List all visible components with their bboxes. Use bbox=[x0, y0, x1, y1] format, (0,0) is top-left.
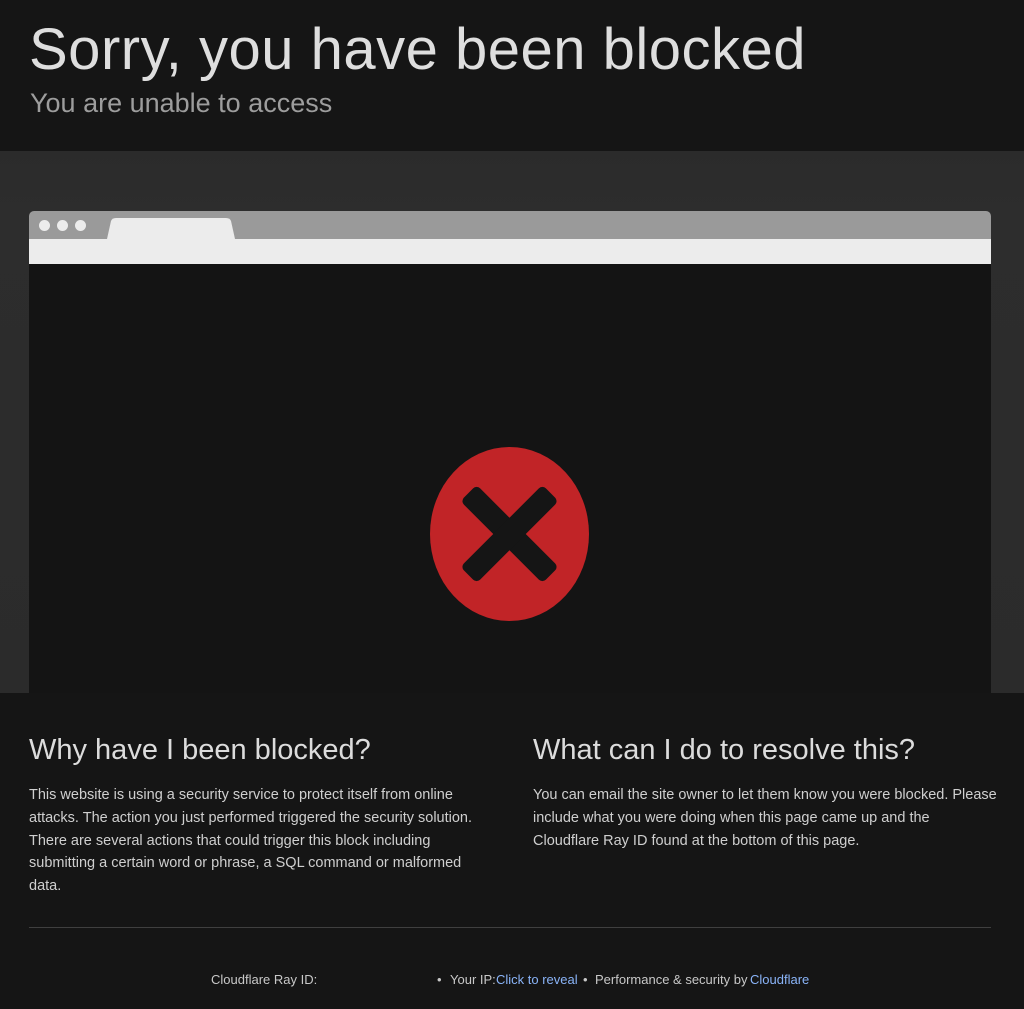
window-dot-icon bbox=[75, 220, 86, 231]
footer-divider bbox=[29, 927, 991, 928]
page-title: Sorry, you have been blocked bbox=[29, 17, 807, 82]
why-blocked-heading: Why have I been blocked? bbox=[29, 734, 371, 766]
browser-illustration bbox=[29, 211, 991, 693]
resolve-heading: What can I do to resolve this? bbox=[533, 734, 916, 766]
cloudflare-link[interactable]: Cloudflare bbox=[750, 968, 809, 992]
browser-viewport bbox=[29, 264, 991, 693]
browser-tab-icon bbox=[107, 218, 235, 239]
reveal-ip-link[interactable]: Click to reveal bbox=[496, 968, 578, 992]
browser-address-bar bbox=[29, 239, 991, 264]
ip-label: Your IP: bbox=[450, 972, 496, 987]
performance-label: Performance & security by bbox=[595, 972, 748, 987]
footer: Cloudflare Ray ID: • Your IP: Click to r… bbox=[0, 968, 1024, 992]
page-subtitle: You are unable to access bbox=[30, 88, 333, 118]
window-dot-icon bbox=[57, 220, 68, 231]
bullet-separator: • bbox=[437, 972, 442, 987]
blocked-x-icon bbox=[430, 447, 589, 621]
window-dot-icon bbox=[39, 220, 50, 231]
browser-titlebar bbox=[29, 211, 991, 239]
why-blocked-text: This website is using a security service… bbox=[29, 787, 473, 895]
resolve-text: You can email the site owner to let them… bbox=[533, 787, 997, 849]
page-header: Sorry, you have been blocked You are una… bbox=[0, 0, 1024, 151]
ray-id-label: Cloudflare Ray ID: bbox=[211, 972, 318, 987]
bullet-separator: • bbox=[583, 972, 588, 987]
